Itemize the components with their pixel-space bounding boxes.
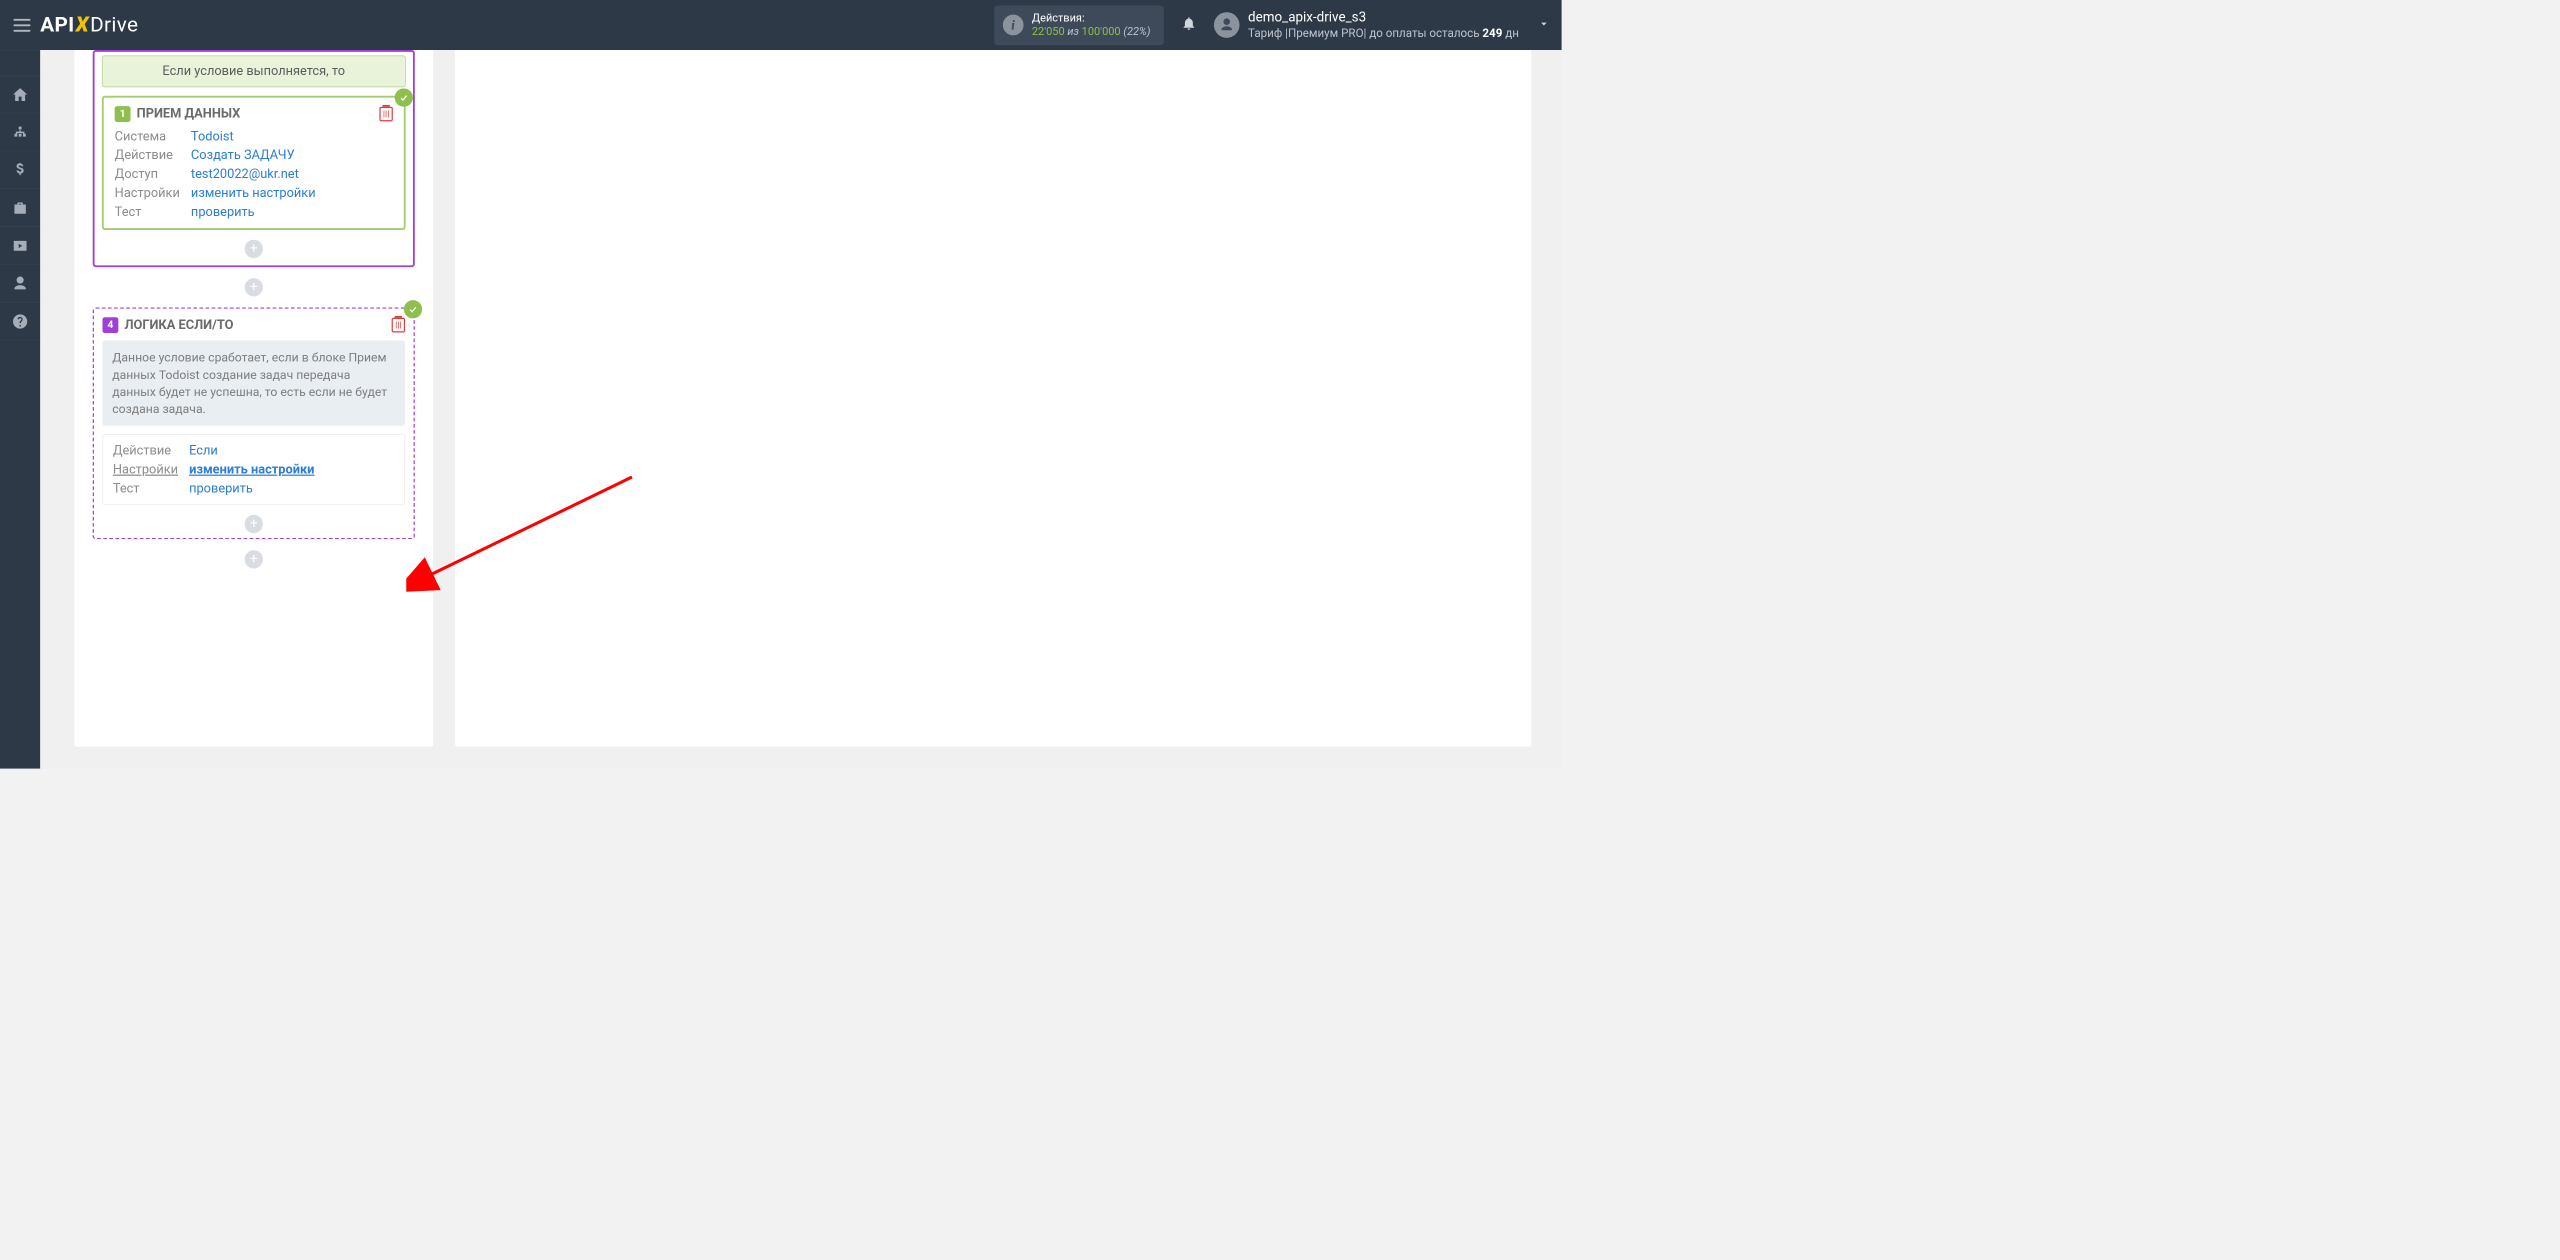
label-action: Действие [115,148,191,163]
sidebar [0,50,40,769]
workflow-branch-container: Если условие выполняется, то 1 ПРИЕМ ДАН… [93,50,415,267]
link-action[interactable]: Создать ЗАДАЧУ [191,148,393,163]
label-access: Доступ [115,167,191,182]
actions-label: Действия: [1032,11,1151,25]
label-settings: Настройки [115,186,191,201]
logo-text-x: X [76,13,89,37]
sidebar-billing-icon[interactable] [0,151,40,189]
link-test[interactable]: проверить [191,205,393,220]
logo-text-api: API [40,13,74,37]
check-icon [395,88,413,106]
check-icon [404,300,422,318]
step-card-header: 1 ПРИЕМ ДАННЫХ ||| [115,106,393,122]
sidebar-video-icon[interactable] [0,227,40,265]
link-settings[interactable]: изменить настройки [191,186,393,201]
logic-description: Данное условие сработает, если в блоке П… [102,340,405,425]
label-settings: Настройки [113,462,189,477]
chevron-down-icon[interactable] [1519,17,1551,33]
sidebar-briefcase-icon[interactable] [0,189,40,227]
sidebar-profile-icon[interactable] [0,265,40,303]
info-icon: i [1003,15,1024,36]
step-title: ЛОГИКА ЕСЛИ/ТО [124,318,233,333]
avatar-icon[interactable] [1214,12,1240,38]
add-step-button[interactable]: + [245,240,263,258]
link-system[interactable]: Todoist [191,129,393,144]
sidebar-connections-icon[interactable] [0,113,40,151]
add-branch-button[interactable]: + [245,550,263,568]
link-access[interactable]: test20022@ukr.net [191,167,393,182]
menu-toggle-icon[interactable] [7,13,36,38]
logo-text-drive: Drive [90,13,138,37]
delete-icon[interactable]: ||| [379,107,392,122]
link-test[interactable]: проверить [189,481,395,496]
step-number-badge: 1 [115,106,131,122]
add-branch-button[interactable]: + [245,278,263,296]
main-area: Если условие выполняется, то 1 ПРИЕМ ДАН… [40,50,1561,769]
condition-banner: Если условие выполняется, то [102,56,406,88]
content-panel [455,50,1531,747]
delete-icon[interactable]: ||| [392,318,405,333]
topbar: API X Drive i Действия: 22'050 из 100'00… [0,0,1562,50]
logic-details-box: Действие Если Настройки изменить настрой… [102,434,405,505]
step-title: ПРИЕМ ДАННЫХ [137,107,241,122]
workflow-panel: Если условие выполняется, то 1 ПРИЕМ ДАН… [74,50,433,747]
add-step-button[interactable]: + [245,515,263,533]
bell-icon[interactable] [1181,15,1197,35]
actions-value: 22'050 из 100'000 (22%) [1032,25,1151,39]
logic-block-container: 4 ЛОГИКА ЕСЛИ/ТО ||| Данное условие сраб… [93,307,415,539]
link-settings-highlighted[interactable]: изменить настройки [189,462,395,477]
logic-card-header: 4 ЛОГИКА ЕСЛИ/ТО ||| [102,317,405,333]
sidebar-home-icon[interactable] [0,76,40,114]
label-system: Система [115,129,191,144]
step-number-badge: 4 [102,317,118,333]
label-test: Тест [113,481,189,496]
user-tariff-line: Тариф |Премиум PRO| до оплаты осталось 2… [1248,26,1519,40]
user-name: demo_apix-drive_s3 [1248,9,1519,26]
label-action: Действие [113,443,189,458]
actions-counter[interactable]: i Действия: 22'050 из 100'000 (22%) [994,5,1164,45]
sidebar-help-icon[interactable] [0,303,40,341]
link-action[interactable]: Если [189,443,395,458]
user-block[interactable]: demo_apix-drive_s3 Тариф |Премиум PRO| д… [1248,9,1519,40]
step-card-receive: 1 ПРИЕМ ДАННЫХ ||| Система Todoist Дейст… [102,96,406,230]
step-details: Система Todoist Действие Создать ЗАДАЧУ … [115,129,393,219]
logo[interactable]: API X Drive [40,13,138,37]
label-test: Тест [115,205,191,220]
